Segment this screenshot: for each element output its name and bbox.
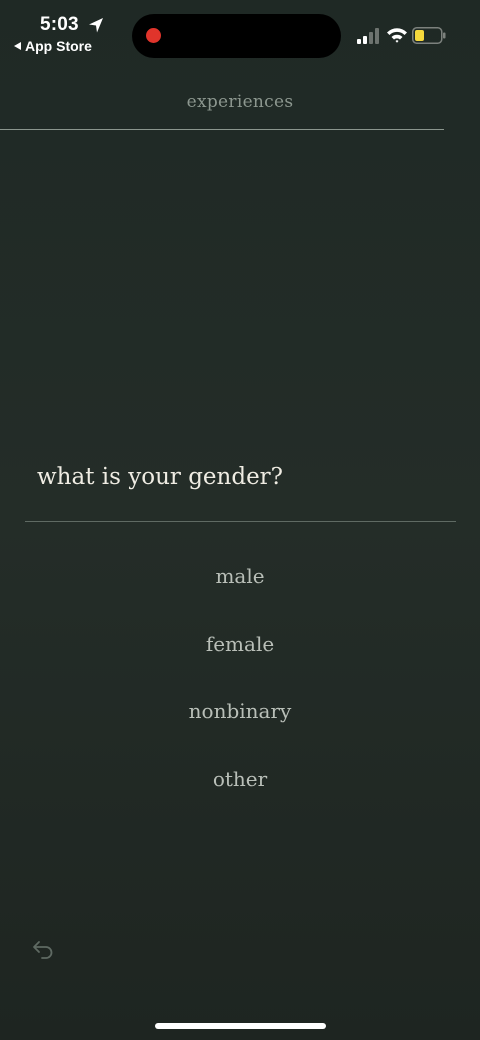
undo-arrow-icon[interactable] — [30, 936, 56, 962]
status-bar: 5:03 App Store — [0, 0, 480, 60]
question-text: what is your gender? — [37, 464, 284, 490]
page-title: experiences — [186, 92, 294, 112]
header-divider — [0, 129, 444, 130]
wifi-icon — [387, 28, 407, 43]
back-to-app-store-link[interactable]: App Store — [14, 38, 92, 54]
back-triangle-icon — [14, 42, 21, 50]
answer-options: male female nonbinary other — [0, 560, 480, 830]
signal-icon — [357, 28, 379, 44]
back-app-label: App Store — [25, 38, 92, 54]
battery-icon — [412, 27, 446, 44]
dynamic-island — [132, 14, 341, 58]
option-male[interactable]: male — [0, 560, 480, 628]
recording-indicator-icon — [146, 28, 161, 43]
location-arrow-icon — [89, 18, 103, 33]
home-indicator[interactable] — [155, 1023, 326, 1029]
status-time: 5:03 — [40, 14, 79, 35]
option-other[interactable]: other — [0, 763, 480, 831]
option-nonbinary[interactable]: nonbinary — [0, 695, 480, 763]
question-divider — [25, 521, 456, 522]
option-female[interactable]: female — [0, 628, 480, 696]
